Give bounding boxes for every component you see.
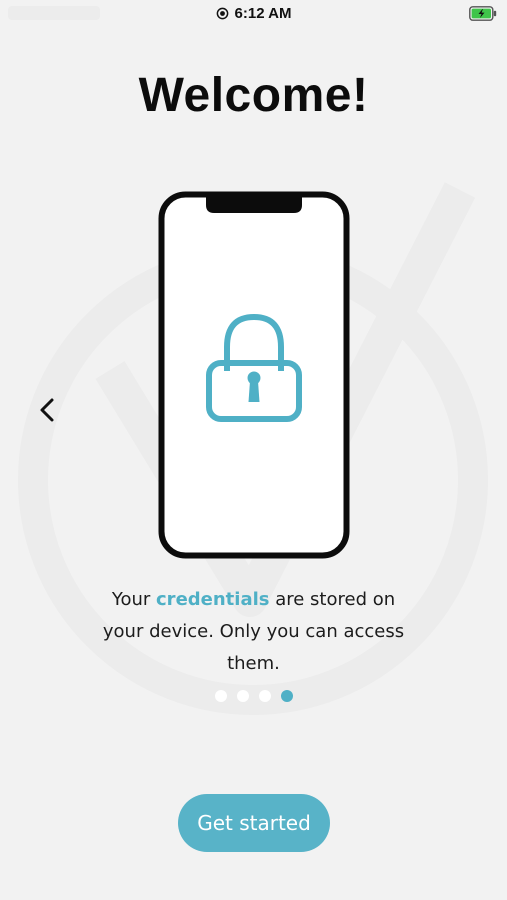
page-dot-2[interactable] — [236, 690, 249, 702]
back-button[interactable] — [30, 392, 66, 428]
page-dot-4-active[interactable] — [280, 690, 293, 702]
onboarding-screen: 6:12 AM Welcome! Your credentials are st… — [0, 0, 507, 900]
page-dot-1[interactable] — [214, 690, 227, 702]
phone-lock-illustration — [158, 191, 350, 559]
page-dot-3[interactable] — [258, 690, 271, 702]
chevron-left-icon — [40, 398, 54, 422]
page-title: Welcome! — [138, 69, 369, 122]
description-highlight: credentials — [156, 589, 270, 610]
battery-charging-icon — [469, 6, 497, 21]
record-icon — [216, 7, 228, 20]
get-started-button[interactable]: Get started — [178, 794, 330, 852]
description-text-start: Your — [111, 589, 157, 610]
status-center: 6:12 AM — [0, 5, 507, 22]
status-bar: 6:12 AM — [0, 0, 507, 28]
onboarding-description: Your credentials are stored on your devi… — [90, 584, 417, 680]
status-time: 6:12 AM — [234, 5, 292, 22]
page-indicator — [0, 690, 507, 702]
